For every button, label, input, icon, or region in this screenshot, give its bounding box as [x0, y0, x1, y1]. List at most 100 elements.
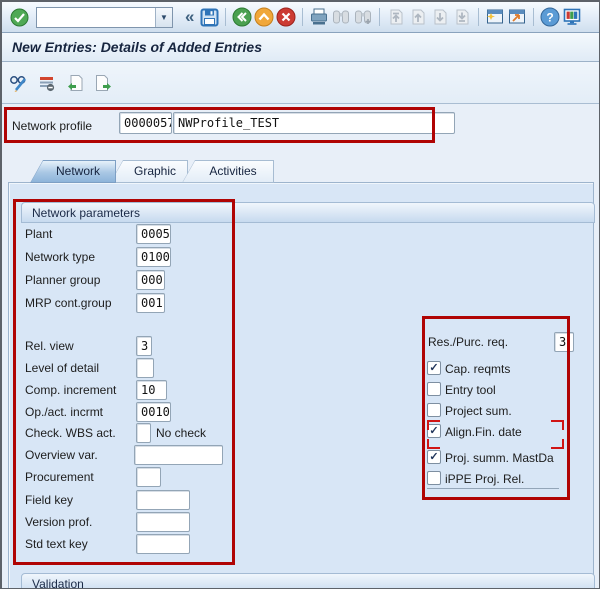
system-toolbar: ▼ « ?	[2, 2, 599, 33]
network-profile-name-field[interactable]: NWProfile_TEST	[173, 112, 455, 134]
field-row-check-wbs-act: Check. WBS act. No check	[25, 423, 285, 443]
new-session-button[interactable]	[484, 6, 506, 28]
back-icon	[232, 7, 252, 27]
toolbar-separator	[478, 8, 480, 26]
checkbox-row-cap-reqmts: ✓ Cap. reqmts	[427, 359, 587, 379]
network-profile-id-field[interactable]: 0000057	[119, 112, 172, 134]
network-tab-panel: Network parameters Plant 0005 Network ty…	[8, 182, 595, 589]
level-of-detail-field[interactable]	[136, 358, 154, 378]
ok-icon	[10, 8, 28, 26]
res-purc-req-field[interactable]: 3	[554, 332, 574, 352]
validation-title: Validation	[32, 577, 84, 589]
field-row-field-key: Field key	[25, 490, 285, 510]
customize-layout-button[interactable]	[561, 6, 583, 28]
find-next-button[interactable]	[352, 6, 374, 28]
plant-field[interactable]: 0005	[136, 224, 171, 244]
shortcut-button[interactable]	[506, 6, 528, 28]
display-change-icon	[10, 76, 27, 92]
ok-button[interactable]	[8, 6, 30, 28]
checkbox-row-proj-summ-mastda: ✓ Proj. summ. MastDa	[427, 448, 587, 468]
project-sum-checkbox[interactable]	[427, 403, 441, 417]
field-label: Level of detail	[25, 361, 100, 375]
field-row-res-purc-req: Res./Purc. req. 3	[428, 332, 588, 352]
shortcut-icon	[509, 9, 526, 24]
next-page-button[interactable]	[429, 6, 451, 28]
toolbar-separator	[302, 8, 304, 26]
field-label: Network type	[25, 250, 96, 264]
check-wbs-suffix: No check	[156, 426, 207, 440]
field-label: Version prof.	[25, 515, 93, 529]
cancel-icon	[276, 7, 296, 27]
toolbar-separator	[533, 8, 535, 26]
command-input[interactable]	[37, 8, 155, 26]
save-button[interactable]	[198, 6, 220, 28]
cancel-button[interactable]	[275, 6, 297, 28]
field-label: Plant	[25, 227, 53, 241]
next-entry-button[interactable]	[92, 72, 114, 94]
collapse-chevron-icon[interactable]: «	[181, 7, 198, 27]
field-row-planner-group: Planner group 000	[25, 270, 285, 290]
mrp-cont-group-field[interactable]: 001	[136, 293, 165, 313]
page-title: New Entries: Details of Added Entries	[12, 39, 262, 55]
svg-text:?: ?	[547, 11, 554, 25]
display-change-button[interactable]	[8, 72, 30, 94]
previous-page-icon	[412, 9, 425, 25]
field-label: Planner group	[25, 273, 101, 287]
toolbar-separator	[379, 8, 381, 26]
toolbar-separator	[225, 8, 227, 26]
network-type-field[interactable]: 0100	[136, 247, 171, 267]
new-session-icon	[487, 9, 504, 24]
ippe-proj-rel-checkbox[interactable]	[427, 471, 441, 485]
delete-entry-button[interactable]	[36, 72, 58, 94]
procurement-field[interactable]	[136, 467, 161, 487]
proj-summ-mastda-checkbox[interactable]: ✓	[427, 450, 441, 464]
main-screen: Network profile 0000057 NWProfile_TEST N…	[2, 104, 599, 588]
network-parameters-header: Network parameters	[21, 202, 595, 223]
field-key-field[interactable]	[136, 490, 190, 510]
rel-view-field[interactable]: 3	[136, 336, 152, 356]
tab-activities[interactable]: Activities	[182, 160, 274, 183]
previous-entry-button[interactable]	[64, 72, 86, 94]
find-button[interactable]	[330, 6, 352, 28]
field-label: Procurement	[25, 470, 94, 484]
version-prof-field[interactable]	[136, 512, 190, 532]
sap-window: ▼ « ? New Entries: Details of Added Entr…	[0, 0, 600, 589]
tab-network[interactable]: Network	[30, 160, 116, 183]
customize-layout-icon	[564, 8, 581, 25]
back-button[interactable]	[231, 6, 253, 28]
field-row-rel-view: Rel. view 3	[25, 336, 285, 356]
check-wbs-act-field[interactable]	[136, 423, 151, 443]
field-row-plant: Plant 0005	[25, 224, 285, 244]
field-label: Res./Purc. req.	[428, 335, 509, 349]
checkbox-row-project-sum: Project sum.	[427, 401, 587, 421]
save-icon	[200, 8, 219, 26]
checkbox-label: iPPE Proj. Rel.	[445, 472, 525, 486]
print-button[interactable]	[308, 6, 330, 28]
exit-button[interactable]	[253, 6, 275, 28]
tab-graphic[interactable]: Graphic	[110, 160, 188, 183]
overview-var-field[interactable]	[134, 445, 223, 465]
field-label: Op./act. incrmt	[25, 405, 104, 419]
next-page-icon	[434, 9, 447, 25]
op-act-incrmt-field[interactable]: 0010	[136, 402, 171, 422]
last-page-icon	[456, 9, 469, 25]
help-button[interactable]: ?	[539, 6, 561, 28]
find-icon	[333, 10, 350, 24]
focus-corner	[551, 439, 564, 449]
comp-increment-field[interactable]: 10	[136, 380, 167, 400]
dropdown-icon[interactable]: ▼	[155, 7, 172, 27]
field-row-op-act-incrmt: Op./act. incrmt 0010	[25, 402, 285, 422]
field-row-level-of-detail: Level of detail	[25, 358, 285, 378]
last-page-button[interactable]	[451, 6, 473, 28]
command-field-wrap: ▼	[36, 6, 173, 28]
first-page-button[interactable]	[385, 6, 407, 28]
cap-reqmts-checkbox[interactable]: ✓	[427, 361, 441, 375]
application-toolbar	[2, 62, 599, 104]
previous-page-button[interactable]	[407, 6, 429, 28]
annotation-focus-align-fin-date	[427, 420, 564, 449]
entry-tool-checkbox[interactable]	[427, 382, 441, 396]
std-text-key-field[interactable]	[136, 534, 190, 554]
focus-corner	[427, 420, 440, 430]
field-label: Std text key	[25, 537, 88, 551]
planner-group-field[interactable]: 000	[136, 270, 165, 290]
